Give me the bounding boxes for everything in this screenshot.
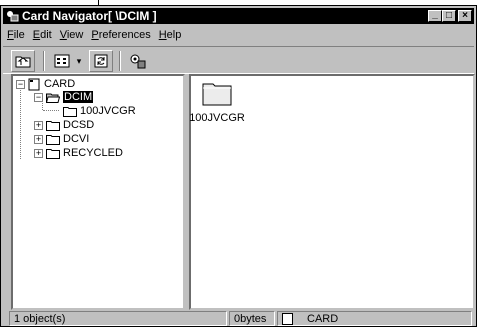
folder-icon xyxy=(46,148,60,159)
tree-item-card[interactable]: − CARD xyxy=(16,77,75,91)
tree-line xyxy=(43,110,59,111)
file-list-pane[interactable]: 100JVCGR xyxy=(189,74,475,310)
card-settings-icon xyxy=(130,54,146,69)
toolbar: ▾ xyxy=(3,46,474,74)
card-navigator-window: Card Navigator[ \DCIM ] _ □ × File Edit … xyxy=(0,5,477,327)
view-mode-dropdown[interactable]: ▾ xyxy=(74,50,84,72)
window-title: Card Navigator[ \DCIM ] xyxy=(22,9,157,23)
view-mode-icon xyxy=(54,54,70,68)
expand-icon[interactable]: + xyxy=(34,134,43,144)
status-drive: CARD xyxy=(277,311,472,326)
refresh-icon xyxy=(94,54,108,68)
tree-item-label: DCVI xyxy=(63,133,90,145)
chevron-down-icon: ▾ xyxy=(76,55,82,66)
maximize-button[interactable]: □ xyxy=(442,10,456,22)
list-item-label: 100JVCGR xyxy=(189,112,245,124)
toolbar-separator xyxy=(119,51,121,71)
expand-icon[interactable]: + xyxy=(34,148,43,158)
card-drive-icon xyxy=(28,78,40,90)
menu-edit[interactable]: Edit xyxy=(29,29,56,41)
menu-help[interactable]: Help xyxy=(155,29,186,41)
tree-item-label: DCSD xyxy=(63,119,95,131)
folder-icon xyxy=(46,134,60,145)
expand-icon[interactable]: + xyxy=(34,120,43,130)
toolbar-separator xyxy=(43,51,45,71)
list-item[interactable]: 100JVCGR xyxy=(189,80,245,124)
up-folder-button[interactable] xyxy=(11,50,35,72)
tree-item-label: CARD xyxy=(44,78,76,90)
tree-item-dcvi[interactable]: + DCVI xyxy=(34,132,89,146)
title-bar[interactable]: Card Navigator[ \DCIM ] _ □ × xyxy=(3,8,474,24)
minimize-icon: _ xyxy=(432,8,438,20)
tree-line xyxy=(20,87,21,159)
status-bar: 1 object(s) 0bytes CARD xyxy=(3,311,474,326)
menu-preferences[interactable]: Preferences xyxy=(87,29,154,41)
maximize-icon: □ xyxy=(445,10,453,21)
tree-item-label: 100JVCGR xyxy=(80,105,136,117)
up-folder-icon xyxy=(15,56,31,68)
close-icon: × xyxy=(462,10,468,21)
status-size: 0bytes xyxy=(229,311,275,326)
tree-item-label: RECYCLED xyxy=(63,147,123,159)
collapse-icon[interactable]: − xyxy=(34,92,43,102)
tree-item-dcim[interactable]: − DCIM xyxy=(34,90,94,104)
tree-item-label: DCIM xyxy=(63,91,94,103)
refresh-button[interactable] xyxy=(89,50,113,72)
folder-icon xyxy=(63,106,77,117)
minimize-button[interactable]: _ xyxy=(428,8,442,22)
card-settings-button[interactable] xyxy=(127,50,149,72)
tree-item-recycled[interactable]: + RECYCLED xyxy=(34,146,123,160)
collapse-icon[interactable]: − xyxy=(16,79,25,89)
card-drive-icon xyxy=(282,312,293,325)
close-button[interactable]: × xyxy=(458,10,472,22)
menu-file[interactable]: File xyxy=(3,29,29,41)
folder-icon xyxy=(202,83,232,106)
folder-icon xyxy=(46,120,60,131)
status-object-count: 1 object(s) xyxy=(9,311,227,326)
view-mode-button[interactable] xyxy=(51,50,73,72)
folder-tree-pane[interactable]: − CARD − DCIM 100JVCGR + DCSD + DCVI + R… xyxy=(11,74,185,310)
menu-view[interactable]: View xyxy=(56,29,88,41)
menu-bar: File Edit View Preferences Help xyxy=(3,26,185,44)
app-icon xyxy=(7,11,19,22)
open-folder-icon xyxy=(46,93,60,103)
tree-item-100jvcgr[interactable]: 100JVCGR xyxy=(63,104,136,118)
tree-item-dcsd[interactable]: + DCSD xyxy=(34,118,94,132)
